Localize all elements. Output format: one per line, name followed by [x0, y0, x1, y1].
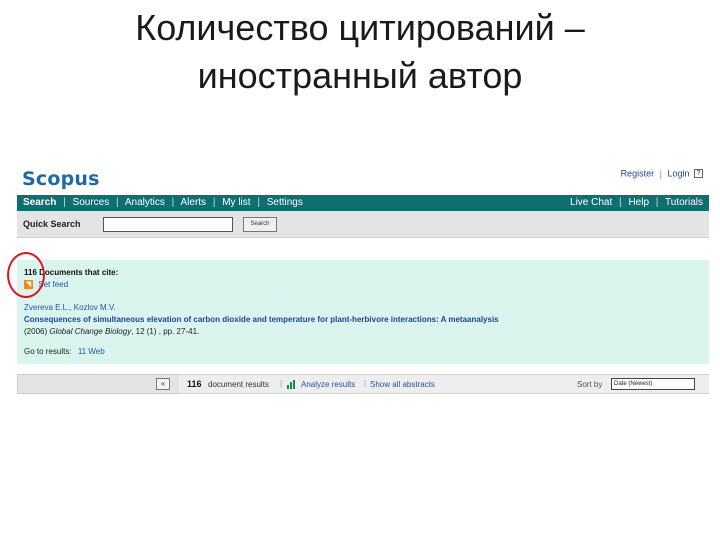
- document-source: (2006) Global Change Biology, 12 (1) , p…: [24, 327, 199, 336]
- nav-separator: |: [655, 197, 659, 208]
- slide-title-line-1: Количество цитирований –: [135, 7, 585, 48]
- slide-title: Количество цитирований – иностранный авт…: [0, 4, 720, 100]
- top-links: Register | Login ?: [621, 168, 703, 179]
- nav-separator: |: [257, 197, 260, 208]
- nav-item-help[interactable]: Help: [628, 197, 649, 208]
- nav-separator: |: [171, 197, 175, 208]
- nav-separator: |: [212, 197, 216, 208]
- slide-title-line-2: иностранный автор: [197, 55, 523, 96]
- go-to-results-label: Go to results:: [24, 347, 72, 356]
- quick-search-button[interactable]: Search: [243, 217, 277, 232]
- sort-by-select[interactable]: Date (Newest): [611, 378, 695, 390]
- nav-item-search[interactable]: Search: [23, 197, 56, 208]
- highlight-circle: [7, 252, 45, 298]
- document-volume-pages: , 12 (1) , pp. 27-41.: [131, 327, 200, 336]
- citing-label: Documents that cite:: [39, 268, 119, 277]
- main-nav-bar: Search | Sources | Analytics | Alerts | …: [17, 195, 709, 211]
- login-link[interactable]: Login: [667, 169, 689, 179]
- quick-search-bar: Quick Search Search: [17, 211, 709, 238]
- document-title[interactable]: Consequences of simultaneous elevation o…: [24, 315, 499, 324]
- toolbar-separator: |: [280, 379, 283, 388]
- nav-item-alerts[interactable]: Alerts: [180, 197, 206, 208]
- sort-by-label: Sort by: [577, 380, 603, 389]
- collapse-sidebar-button[interactable]: «: [156, 378, 170, 390]
- scopus-logo[interactable]: Scopus: [22, 168, 100, 190]
- nav-separator: |: [619, 197, 622, 208]
- document-journal: Global Change Biology: [49, 327, 132, 336]
- top-link-separator: |: [659, 168, 662, 179]
- results-count-label: document results: [208, 380, 269, 389]
- results-toolbar: « 116 document results | Analyze results…: [17, 374, 709, 394]
- show-all-abstracts-link[interactable]: Show all abstracts: [370, 380, 435, 389]
- nav-item-analytics[interactable]: Analytics: [125, 197, 165, 208]
- toolbar-separator: |: [364, 379, 367, 388]
- citing-documents-panel: 116 Documents that cite: ◥ Set feed Zver…: [17, 260, 709, 364]
- nav-item-my-list[interactable]: My list: [222, 197, 250, 208]
- scopus-screenshot: Scopus Register | Login ? Search | Sourc…: [7, 160, 709, 396]
- document-authors[interactable]: Zvereva E.L., Kozlov M.V.: [24, 303, 116, 312]
- nav-item-tutorials[interactable]: Tutorials: [665, 197, 703, 208]
- quick-search-input[interactable]: [103, 217, 233, 232]
- nav-separator: |: [116, 197, 119, 208]
- results-count: 116: [187, 379, 202, 389]
- quick-search-label: Quick Search: [23, 219, 81, 229]
- analyze-results-link[interactable]: Analyze results: [301, 380, 355, 389]
- bar-chart-icon[interactable]: [287, 380, 297, 389]
- nav-item-live-chat[interactable]: Live Chat: [570, 197, 612, 208]
- go-to-results: Go to results: 11 Web: [24, 347, 105, 356]
- nav-separator: |: [63, 197, 66, 208]
- nav-item-sources[interactable]: Sources: [73, 197, 110, 208]
- help-icon[interactable]: ?: [694, 169, 703, 179]
- web-results-link[interactable]: 11 Web: [78, 347, 105, 356]
- nav-item-settings[interactable]: Settings: [267, 197, 303, 208]
- results-strip: 116 document results | Analyze results |…: [179, 375, 709, 393]
- register-link[interactable]: Register: [621, 169, 655, 179]
- document-year: (2006): [24, 327, 48, 336]
